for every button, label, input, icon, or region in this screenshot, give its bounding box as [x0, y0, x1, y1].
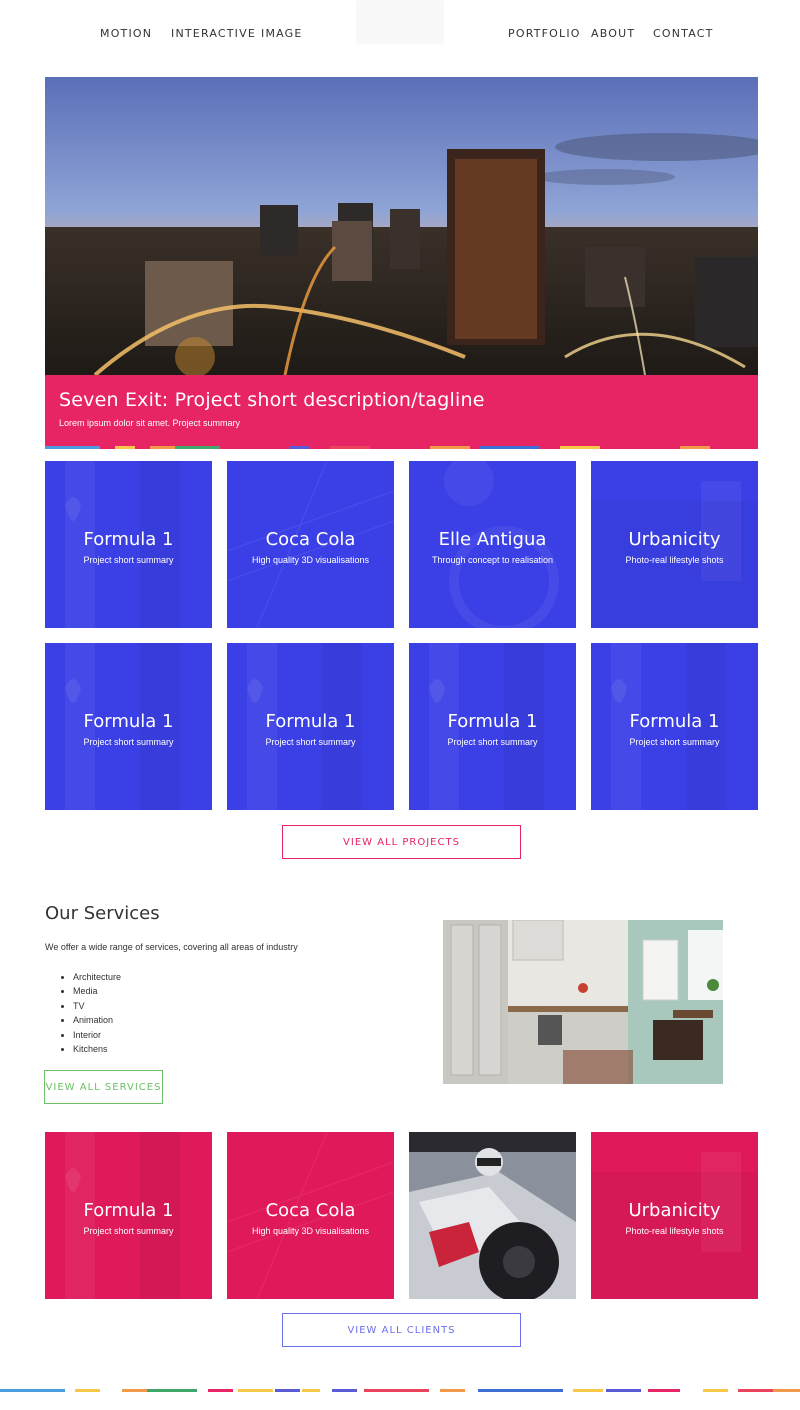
- view-all-clients-button[interactable]: VIEW ALL CLIENTS: [282, 1313, 521, 1347]
- client-summary: Project short summary: [83, 1226, 174, 1236]
- project-tile-formula-1[interactable]: Formula 1 Project short summary: [227, 643, 394, 810]
- service-item: TV: [73, 999, 121, 1013]
- project-tile-urbanicity[interactable]: Urbanicity Photo-real lifestyle shots: [591, 461, 758, 628]
- view-all-services-button[interactable]: VIEW ALL SERVICES: [44, 1070, 163, 1104]
- racing-car-image: [409, 1132, 576, 1299]
- service-item: Media: [73, 984, 121, 998]
- service-item: Architecture: [73, 970, 121, 984]
- project-tile-formula-1[interactable]: Formula 1 Project short summary: [45, 461, 212, 628]
- project-summary: Project short summary: [265, 737, 356, 747]
- project-tile-formula-1[interactable]: Formula 1 Project short summary: [409, 643, 576, 810]
- project-tile-formula-1[interactable]: Formula 1 Project short summary: [591, 643, 758, 810]
- project-title: Formula 1: [83, 711, 174, 732]
- project-title: Formula 1: [447, 711, 538, 732]
- project-summary: Project short summary: [447, 737, 538, 747]
- kitchen-image: [443, 920, 723, 1084]
- services-list: Architecture Media TV Animation Interior…: [73, 970, 121, 1056]
- client-tile-coca-cola[interactable]: Coca Cola High quality 3D visualisations: [227, 1132, 394, 1299]
- project-summary: Project short summary: [83, 737, 174, 747]
- client-title: Urbanicity: [628, 1200, 721, 1221]
- nav-link-motion[interactable]: MOTION: [100, 27, 152, 40]
- project-title: Formula 1: [629, 711, 720, 732]
- view-all-projects-button[interactable]: VIEW ALL PROJECTS: [282, 825, 521, 859]
- client-tile-urbanicity[interactable]: Urbanicity Photo-real lifestyle shots: [591, 1132, 758, 1299]
- hero-banner[interactable]: Seven Exit: Project short description/ta…: [45, 77, 758, 449]
- nav-link-interactive[interactable]: INTERACTIVE: [171, 27, 256, 40]
- service-item: Kitchens: [73, 1042, 121, 1056]
- hero-caption: Seven Exit: Project short description/ta…: [45, 375, 758, 449]
- project-title: Formula 1: [83, 529, 174, 550]
- top-navigation: MOTION INTERACTIVE IMAGE PORTFOLIO ABOUT…: [0, 0, 800, 66]
- client-title: Coca Cola: [265, 1200, 356, 1221]
- nav-link-image[interactable]: IMAGE: [261, 27, 303, 40]
- project-title: Urbanicity: [628, 529, 721, 550]
- hero-summary: Lorem ipsum dolor sit amet. Project summ…: [59, 418, 241, 428]
- project-summary: Project short summary: [83, 555, 174, 565]
- services-intro: We offer a wide range of services, cover…: [45, 942, 298, 952]
- logo[interactable]: [356, 0, 444, 44]
- project-title: Coca Cola: [265, 529, 356, 550]
- project-summary: Through concept to realisation: [431, 555, 554, 565]
- service-item: Animation: [73, 1013, 121, 1027]
- service-item: Interior: [73, 1028, 121, 1042]
- project-tile-coca-cola[interactable]: Coca Cola High quality 3D visualisations: [227, 461, 394, 628]
- project-tile-formula-1[interactable]: Formula 1 Project short summary: [45, 643, 212, 810]
- client-tile-formula-1[interactable]: Formula 1 Project short summary: [45, 1132, 212, 1299]
- client-tile-racing-car[interactable]: [409, 1132, 576, 1299]
- project-title: Elle Antigua: [438, 529, 547, 550]
- project-summary: Photo-real lifestyle shots: [625, 555, 724, 565]
- project-tile-elle-antigua[interactable]: Elle Antigua Through concept to realisat…: [409, 461, 576, 628]
- project-summary: High quality 3D visualisations: [251, 555, 370, 565]
- hero-city-image: [45, 77, 758, 375]
- services-heading: Our Services: [45, 903, 160, 924]
- client-title: Formula 1: [83, 1200, 174, 1221]
- project-summary: Project short summary: [629, 737, 720, 747]
- nav-link-portfolio[interactable]: PORTFOLIO: [508, 27, 581, 40]
- nav-link-about[interactable]: ABOUT: [591, 27, 635, 40]
- client-summary: High quality 3D visualisations: [251, 1226, 370, 1236]
- project-title: Formula 1: [265, 711, 356, 732]
- nav-link-contact[interactable]: CONTACT: [653, 27, 714, 40]
- client-summary: Photo-real lifestyle shots: [625, 1226, 724, 1236]
- hero-title: Seven Exit: Project short description/ta…: [59, 389, 485, 411]
